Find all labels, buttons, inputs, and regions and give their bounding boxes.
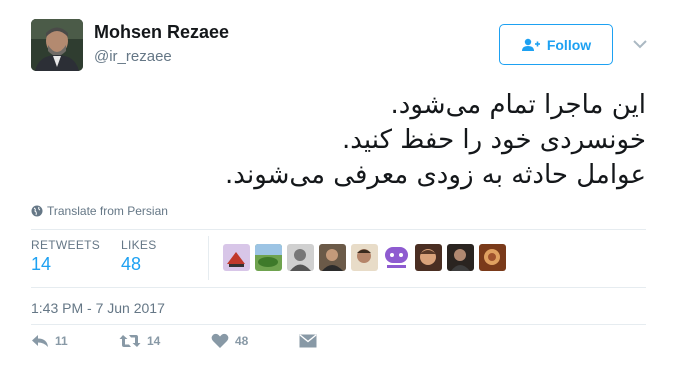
reply-count: 11	[55, 334, 68, 348]
liker-avatar-5[interactable]	[351, 244, 378, 271]
translate-label: Translate from Persian	[47, 204, 168, 218]
follow-button[interactable]: Follow	[499, 24, 613, 65]
likers-row	[223, 244, 506, 271]
divider	[31, 287, 646, 288]
liker-avatar-8[interactable]	[447, 244, 474, 271]
stats-divider	[208, 236, 209, 280]
envelope-icon	[299, 334, 317, 348]
author-name[interactable]: Mohsen Rezaee	[94, 22, 229, 43]
tweet-text: این ماجرا تمام می‌شود. خونسردی خود را حف…	[86, 88, 646, 193]
retweets-count[interactable]: 14	[31, 254, 51, 275]
chevron-down-icon[interactable]	[632, 36, 648, 52]
retweets-label: RETWEETS	[31, 238, 101, 252]
liker-avatar-2[interactable]	[255, 244, 282, 271]
retweet-count: 14	[147, 334, 161, 348]
like-count: 48	[235, 334, 249, 348]
follow-user-icon	[521, 38, 540, 51]
likes-count[interactable]: 48	[121, 254, 141, 275]
liker-avatar-4[interactable]	[319, 244, 346, 271]
translate-link[interactable]: Translate from Persian	[31, 204, 168, 218]
retweet-icon	[119, 335, 141, 347]
follow-button-label: Follow	[546, 36, 592, 53]
liker-avatar-9[interactable]	[479, 244, 506, 271]
globe-icon	[31, 205, 43, 217]
liker-avatar-6[interactable]	[383, 244, 410, 271]
tweet-line: عوامل حادثه به زودی معرفی می‌شوند.	[225, 160, 646, 190]
retweet-button[interactable]: 14	[119, 334, 211, 348]
divider	[31, 324, 646, 325]
divider	[31, 229, 646, 230]
avatar-photo	[31, 19, 83, 71]
author-handle[interactable]: @ir_rezaee	[94, 48, 172, 65]
tweet-timestamp[interactable]: 1:43 PM - 7 Jun 2017	[31, 300, 165, 316]
tweet-line: این ماجرا تمام می‌شود.	[390, 90, 646, 120]
reply-icon	[32, 335, 48, 347]
tweet-line: خونسردی خود را حفظ کنید.	[341, 125, 646, 155]
liker-avatar-3[interactable]	[287, 244, 314, 271]
liker-avatar-7[interactable]	[415, 244, 442, 271]
liker-avatar-1[interactable]	[223, 244, 250, 271]
reply-button[interactable]: 11	[31, 334, 119, 348]
like-button[interactable]: 48	[211, 333, 299, 349]
avatar[interactable]	[31, 19, 83, 71]
direct-message-button[interactable]	[299, 334, 317, 348]
likes-label: LIKES	[121, 238, 157, 252]
tweet-actions: 11 14 48	[31, 333, 317, 349]
heart-icon	[211, 333, 229, 348]
